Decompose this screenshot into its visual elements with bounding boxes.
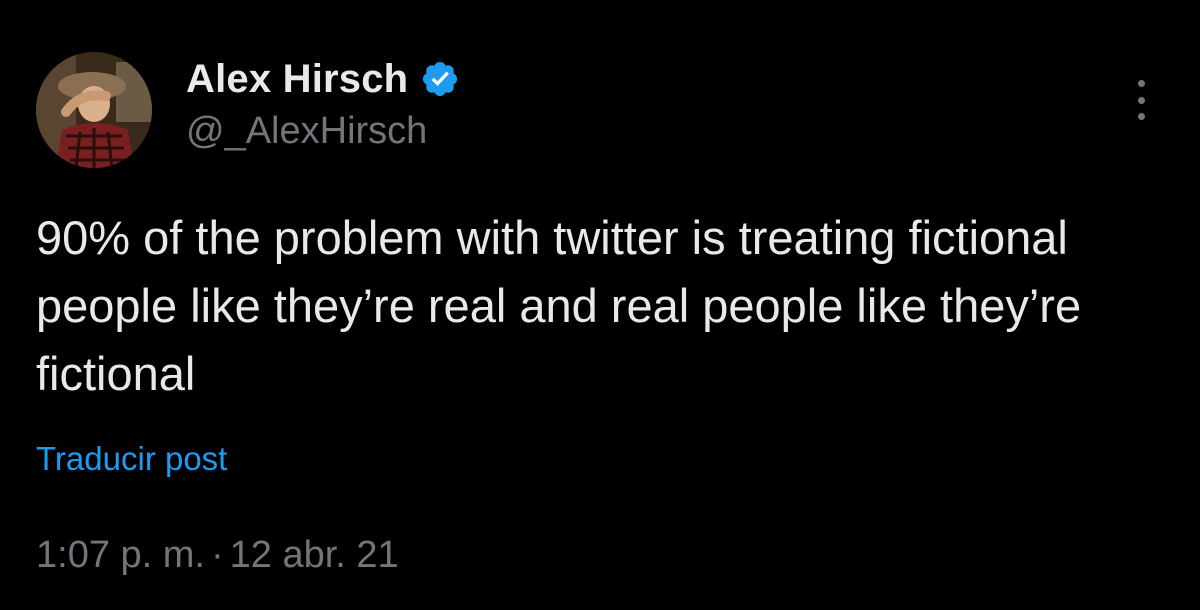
translate-post-link[interactable]: Traducir post <box>36 440 227 478</box>
avatar[interactable] <box>36 52 152 168</box>
author-handle[interactable]: @_AlexHirsch <box>186 110 427 153</box>
more-dot <box>1137 113 1145 120</box>
more-dot <box>1137 96 1145 104</box>
more-options-icon[interactable] <box>1126 76 1156 124</box>
post-timestamp[interactable]: 1:07 p. m. · 12 abr. 21 <box>36 534 399 577</box>
post-date: 12 abr. 21 <box>229 534 399 576</box>
timestamp-separator: · <box>210 534 224 576</box>
display-name[interactable]: Alex Hirsch <box>186 57 408 102</box>
post-text: 90% of the problem with twitter is treat… <box>36 211 1082 400</box>
avatar-photo <box>36 52 152 168</box>
post-time: 1:07 p. m. <box>36 534 205 576</box>
tweet: Alex Hirsch @_AlexHirsch 90% of the prob… <box>0 0 1200 610</box>
verified-badge-icon[interactable] <box>420 59 460 99</box>
author-name-row: Alex Hirsch <box>186 52 460 106</box>
more-dot <box>1137 80 1145 87</box>
